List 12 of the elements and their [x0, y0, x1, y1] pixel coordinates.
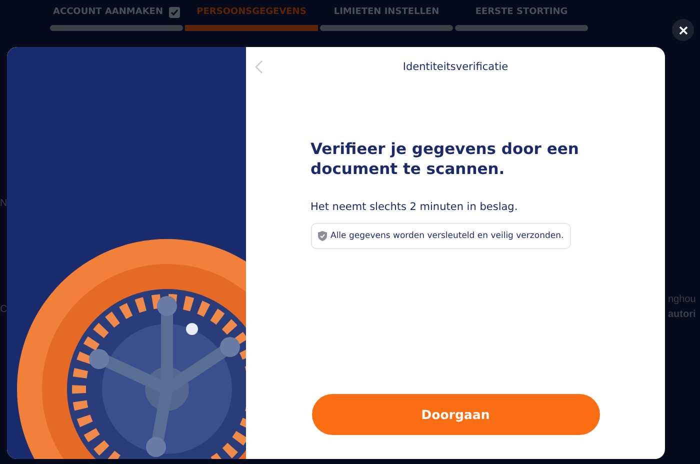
step-label: PERSOONSGEGEVENS [196, 7, 306, 17]
step-label: EERSTE STORTING [475, 7, 568, 17]
continue-button[interactable]: Doorgaan [312, 394, 600, 435]
step-label: ACCOUNT AANMAKEN [53, 7, 163, 17]
heading: Verifieer je gegevens door een document te scannen. [310, 139, 580, 179]
modal-title: Identiteitsverificatie [402, 61, 508, 73]
info-text: Het neemt slechts 2 minuten in beslag. [310, 201, 518, 213]
close-button[interactable] [672, 19, 694, 41]
step-label: LIMIETEN INSTELLEN [334, 7, 440, 17]
shield-icon [318, 231, 326, 241]
notice-text: Alle gegevens worden versleuteld en veilig verzonden. [330, 231, 564, 241]
close-icon [678, 26, 688, 34]
